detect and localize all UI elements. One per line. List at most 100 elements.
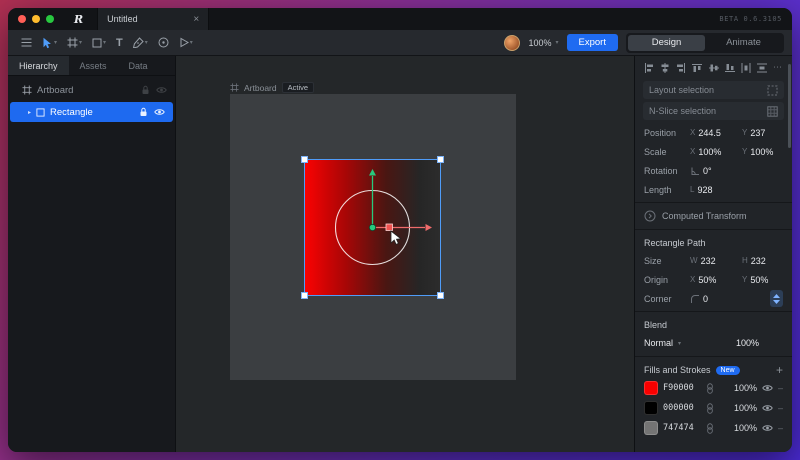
- nslice-selection-button[interactable]: N-Slice selection: [643, 102, 784, 120]
- size-h-field[interactable]: 232: [751, 256, 766, 266]
- artboard-canvas-label[interactable]: Artboard: [244, 83, 277, 93]
- fill-visibility-icon[interactable]: [762, 404, 773, 412]
- position-y-field[interactable]: 237: [750, 128, 765, 138]
- pen-tool-button[interactable]: ▾: [128, 33, 153, 53]
- triangle-tool-button[interactable]: ▾: [174, 33, 198, 53]
- length-field[interactable]: 928: [697, 185, 712, 195]
- add-fill-button[interactable]: +: [776, 364, 783, 376]
- remove-fill-icon[interactable]: –: [778, 403, 783, 413]
- blend-mode-dropdown[interactable]: Normal ▾: [644, 338, 732, 348]
- document-tab[interactable]: Untitled ×: [97, 8, 210, 30]
- pen-tool-caret-icon[interactable]: ▾: [145, 39, 148, 46]
- corner-field[interactable]: 0: [703, 294, 708, 304]
- selected-rectangle[interactable]: [301, 156, 444, 299]
- scale-x-field[interactable]: 100%: [698, 147, 721, 157]
- fill-row[interactable]: 747474 100% –: [635, 418, 792, 438]
- origin-y-field[interactable]: 50%: [750, 275, 768, 285]
- size-w-field[interactable]: 232: [701, 256, 716, 266]
- export-button[interactable]: Export: [566, 34, 618, 51]
- blend-opacity-field[interactable]: 100%: [736, 338, 759, 348]
- corner-stepper[interactable]: [770, 290, 783, 307]
- tab-hierarchy[interactable]: Hierarchy: [8, 56, 69, 75]
- rectangle-lock-icon[interactable]: [139, 107, 148, 117]
- fill-link-icon[interactable]: [706, 402, 714, 414]
- x-axis-arrowhead-icon: [425, 224, 432, 231]
- layout-selection-icon: [767, 85, 778, 96]
- fill-hex-field[interactable]: 747474: [663, 423, 701, 433]
- fill-opacity-field[interactable]: 100%: [734, 383, 757, 393]
- fill-color-swatch[interactable]: [644, 421, 658, 435]
- origin-x-field[interactable]: 50%: [698, 275, 716, 285]
- canvas[interactable]: Artboard Active: [176, 56, 634, 452]
- user-avatar[interactable]: [504, 34, 521, 51]
- fill-opacity-field[interactable]: 100%: [734, 403, 757, 413]
- align-bottom-icon[interactable]: [724, 63, 735, 73]
- fill-color-swatch[interactable]: [644, 401, 658, 415]
- select-tool-caret-icon[interactable]: ▾: [54, 39, 57, 46]
- zoom-value: 100%: [528, 37, 552, 48]
- bone-tool-button[interactable]: [153, 33, 174, 53]
- fill-visibility-icon[interactable]: [762, 424, 773, 432]
- fill-hex-field[interactable]: 000000: [663, 403, 701, 413]
- select-tool-button[interactable]: ▾: [37, 33, 62, 53]
- artboard-tool-button[interactable]: ▾: [62, 33, 87, 53]
- align-middle-vertical-icon[interactable]: [708, 63, 719, 73]
- size-row: Size W 232 H 232: [635, 251, 792, 270]
- menu-icon[interactable]: [16, 33, 37, 53]
- close-tab-icon[interactable]: ×: [193, 14, 199, 25]
- fill-color-swatch[interactable]: [644, 381, 658, 395]
- align-top-icon[interactable]: [692, 63, 703, 73]
- fill-link-icon[interactable]: [706, 422, 714, 434]
- artboard-tool-caret-icon[interactable]: ▾: [79, 39, 82, 46]
- rectangle-visibility-icon[interactable]: [154, 108, 165, 116]
- align-left-icon[interactable]: [644, 62, 654, 73]
- tab-assets[interactable]: Assets: [69, 56, 118, 75]
- divider: [635, 356, 792, 357]
- align-more-icon[interactable]: ⋯: [773, 62, 783, 73]
- gradient-stop-handle[interactable]: [385, 223, 393, 231]
- triangle-tool-caret-icon[interactable]: ▾: [190, 39, 193, 46]
- fill-visibility-icon[interactable]: [762, 384, 773, 392]
- gradient-center-handle[interactable]: [368, 223, 377, 232]
- fullscreen-window-button[interactable]: [46, 15, 54, 23]
- fill-link-icon[interactable]: [706, 382, 714, 394]
- tree-row-rectangle[interactable]: ▸ Rectangle: [10, 102, 173, 122]
- fill-hex-field[interactable]: F90000: [663, 383, 701, 393]
- titlebar: R Untitled × BETA 0.6.3105: [8, 8, 792, 30]
- remove-fill-icon[interactable]: –: [778, 383, 783, 393]
- expand-circle-icon[interactable]: [644, 210, 656, 222]
- text-tool-button[interactable]: T: [111, 33, 128, 53]
- artboard-label-icon: [230, 83, 239, 92]
- position-x-field[interactable]: 244.5: [698, 128, 721, 138]
- corner-radius-icon: [690, 294, 700, 304]
- blend-row: Normal ▾ 100%: [635, 333, 792, 353]
- fill-row[interactable]: F90000 100% –: [635, 378, 792, 398]
- tab-animate[interactable]: Animate: [705, 35, 782, 51]
- rotation-field[interactable]: 0°: [703, 166, 712, 176]
- distribute-vertical-icon[interactable]: [756, 63, 767, 73]
- distribute-horizontal-icon[interactable]: [741, 62, 751, 73]
- artboard-lock-icon[interactable]: [141, 85, 150, 95]
- artboard-visibility-icon[interactable]: [156, 86, 167, 94]
- remove-fill-icon[interactable]: –: [778, 423, 783, 433]
- inspector-scrollbar[interactable]: [788, 64, 791, 148]
- shape-tool-button[interactable]: ▾: [87, 33, 111, 53]
- tree-row-artboard[interactable]: Artboard: [8, 80, 175, 100]
- scale-y-field[interactable]: 100%: [750, 147, 773, 157]
- minimize-window-button[interactable]: [32, 15, 40, 23]
- computed-transform-row[interactable]: Computed Transform: [635, 206, 792, 226]
- zoom-control[interactable]: 100% ▾: [528, 38, 558, 48]
- tab-data[interactable]: Data: [118, 56, 159, 75]
- shape-tool-caret-icon[interactable]: ▾: [103, 39, 106, 46]
- fill-opacity-field[interactable]: 100%: [734, 423, 757, 433]
- origin-x-key: X: [690, 275, 696, 284]
- artboard-header[interactable]: Artboard Active: [230, 82, 315, 93]
- rectangle-caret-icon[interactable]: ▸: [28, 109, 31, 116]
- tab-design[interactable]: Design: [628, 34, 705, 51]
- align-center-horizontal-icon[interactable]: [660, 62, 670, 73]
- fill-row[interactable]: 000000 100% –: [635, 398, 792, 418]
- layout-selection-button[interactable]: Layout selection: [643, 81, 784, 99]
- close-window-button[interactable]: [18, 15, 26, 23]
- artboard-surface[interactable]: [230, 94, 516, 380]
- align-right-icon[interactable]: [676, 62, 686, 73]
